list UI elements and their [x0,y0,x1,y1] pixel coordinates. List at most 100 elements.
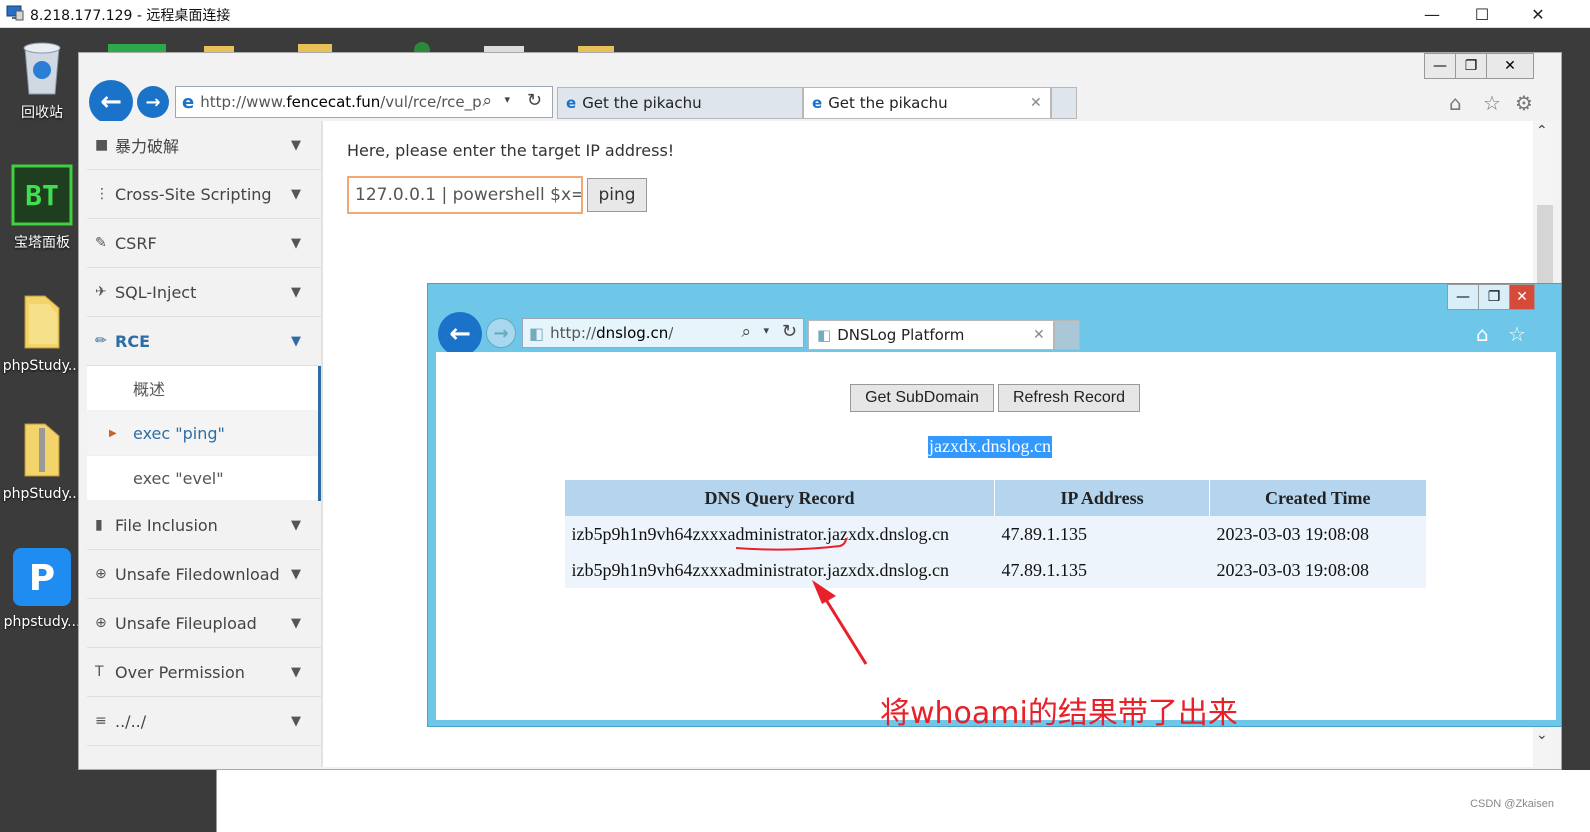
chevron-down-icon: ▼ [291,664,301,680]
ie-logo-icon: e [182,91,195,113]
zip-folder-icon [24,423,60,477]
home-icon[interactable]: ⌂ [1449,91,1462,115]
dns-minimize-button[interactable]: — [1447,284,1479,310]
refresh-record-button[interactable]: Refresh Record [998,384,1140,412]
sidebar-item-xss[interactable]: ⋮ Cross-Site Scripting ▼ [87,170,321,219]
pencil-icon: ✏ [95,333,107,349]
table-row: izb5p9h1n9vh64zxxxadministrator.jazxdx.d… [564,552,1426,588]
watermark: CSDN @Zkaisen [1470,798,1554,810]
folder-icon [24,295,60,349]
dns-address-url: http://dnslog.cn/ [550,324,674,342]
header-ip-address: IP Address [994,480,1210,516]
svg-text:P: P [29,558,55,599]
tab-close-icon[interactable]: ✕ [1030,95,1050,111]
page-icon: ◧ [529,323,545,343]
bt-panel-icon: BT [11,164,73,226]
sitemap-icon: ⋮ [95,186,109,202]
desktop-icon-bt-panel[interactable]: BT 宝塔面板 [0,164,84,252]
tab-pikachu-1[interactable]: e Get the pikachu [557,87,803,119]
cell-ip: 47.89.1.135 [994,516,1210,552]
chevron-down-icon: ▼ [291,517,301,533]
rdp-close-button[interactable]: ✕ [1518,2,1558,26]
chevron-down-icon: ▼ [291,186,301,202]
back-button[interactable]: ← [89,80,133,124]
address-bar[interactable]: e http://www.fencecat.fun/vul/rce/rce_p … [175,86,553,118]
ping-button[interactable]: ping [587,178,647,212]
sidebar-item-dir-traversal[interactable]: ≡ ../../ ▼ [87,697,321,746]
table-header-row: DNS Query Record IP Address Created Time [564,480,1426,516]
dns-address-bar[interactable]: ◧ http://dnslog.cn/ ⌕ ▾ ↻ [522,318,804,348]
dns-maximize-button[interactable]: ❐ [1478,284,1510,310]
sidebar-item-sql-inject[interactable]: ✈ SQL-Inject ▼ [87,268,321,317]
text-height-icon: T [95,664,104,680]
browser-maximize-button[interactable]: ❐ [1455,53,1487,79]
sidebar-item-unsafe-filedownload[interactable]: ⊕ Unsafe Filedownload ▼ [87,550,321,599]
favorites-star-icon[interactable]: ☆ [1508,322,1526,346]
sidebar-item-file-inclusion[interactable]: ▮ File Inclusion ▼ [87,501,321,550]
search-icon[interactable]: ⌕ [741,322,751,342]
browser-close-button[interactable]: ✕ [1486,53,1534,79]
plane-icon: ✈ [95,284,107,300]
scroll-down-icon[interactable]: ⌄ [1536,727,1548,743]
sidebar-sub-exec-ping[interactable]: ▶ exec "ping" [87,411,318,456]
desktop-icon-phpstudy-folder-1[interactable]: phpStudy... [0,290,84,374]
dns-new-tab-button[interactable] [1054,320,1080,350]
get-subdomain-button[interactable]: Get SubDomain [850,384,994,412]
chevron-down-icon: ▼ [291,284,301,300]
ie-favicon-icon: e [566,94,577,112]
arrow-right-icon: → [145,91,161,113]
dropdown-caret-icon[interactable]: ▾ [504,93,510,106]
sidebar-sub-overview[interactable]: 概述 [87,366,318,411]
rdp-title-bar: 8.218.177.129 - 远程桌面连接 — ☐ ✕ [0,0,1590,28]
sidebar-item-brute-force[interactable]: ■ 暴力破解 ▼ [87,121,321,170]
upload-icon: ⊕ [95,615,107,631]
favorites-star-icon[interactable]: ☆ [1483,91,1501,115]
desktop-icon-phpstudy-zip[interactable]: phpStudy... [0,418,84,502]
sidebar-sub-exec-evel[interactable]: exec "evel" [87,456,318,501]
rce-submenu: 概述 ▶ exec "ping" exec "evel" [87,366,321,501]
sidebar: ■ 暴力破解 ▼ ⋮ Cross-Site Scripting ▼ ✎ CSRF… [87,121,323,767]
sidebar-item-csrf[interactable]: ✎ CSRF ▼ [87,219,321,268]
desktop-icon-phpstudy-app[interactable]: P phpstudy... [0,546,84,630]
chevron-down-icon: ▼ [291,137,301,153]
desktop-icon-recycle-bin[interactable]: 回收站 [0,38,84,122]
dns-forward-button[interactable]: → [486,318,516,348]
tab-close-icon[interactable]: ✕ [1033,327,1053,343]
refresh-icon[interactable]: ↻ [782,321,797,342]
home-icon[interactable]: ⌂ [1476,322,1489,346]
dropdown-caret-icon[interactable]: ▾ [763,324,769,337]
dns-back-button[interactable]: ← [438,312,482,356]
ip-input[interactable]: 127.0.0.1 | powershell $x=w [347,176,583,214]
chevron-down-icon: ▼ [291,333,301,349]
dns-close-button[interactable]: ✕ [1509,284,1535,310]
search-icon[interactable]: ⌕ [482,91,492,111]
sidebar-item-over-permission[interactable]: T Over Permission ▼ [87,648,321,697]
chevron-down-icon: ▼ [291,615,301,631]
browser-window-controls: — ❐ ✕ [1424,53,1534,79]
arrow-right-icon: → [493,322,509,344]
sidebar-item-unsafe-fileupload[interactable]: ⊕ Unsafe Fileupload ▼ [87,599,321,648]
cell-time: 2023-03-03 19:08:08 [1209,552,1426,588]
ie-favicon-icon: e [812,94,823,112]
svg-text:BT: BT [25,179,59,212]
header-dns-query-record: DNS Query Record [564,480,995,516]
settings-gear-icon[interactable]: ⚙ [1515,91,1533,115]
recycle-bin-icon [23,42,61,95]
browser-minimize-button[interactable]: — [1424,53,1456,79]
download-icon: ⊕ [95,566,107,582]
rdp-maximize-button[interactable]: ☐ [1462,2,1502,26]
new-tab-button[interactable] [1051,87,1077,119]
tab-pikachu-2[interactable]: e Get the pikachu ✕ [803,87,1051,119]
dns-window-controls: — ❐ ✕ [1447,284,1535,310]
cell-dns-query: izb5p9h1n9vh64zxxxadministrator.jazxdx.d… [564,552,995,588]
rdp-minimize-button[interactable]: — [1412,2,1452,26]
subdomain-text: jazxdx.dnslog.cn [928,436,1052,458]
sidebar-item-rce[interactable]: ✏ RCE ▼ [87,317,321,366]
cell-time: 2023-03-03 19:08:08 [1209,516,1426,552]
tab-dnslog[interactable]: ◧ DNSLog Platform ✕ [808,320,1054,350]
refresh-icon[interactable]: ↻ [527,90,542,111]
cell-ip: 47.89.1.135 [994,552,1210,588]
align-left-icon: ≡ [95,713,107,729]
forward-button[interactable]: → [137,86,169,118]
scroll-up-icon[interactable]: ⌃ [1536,123,1548,139]
